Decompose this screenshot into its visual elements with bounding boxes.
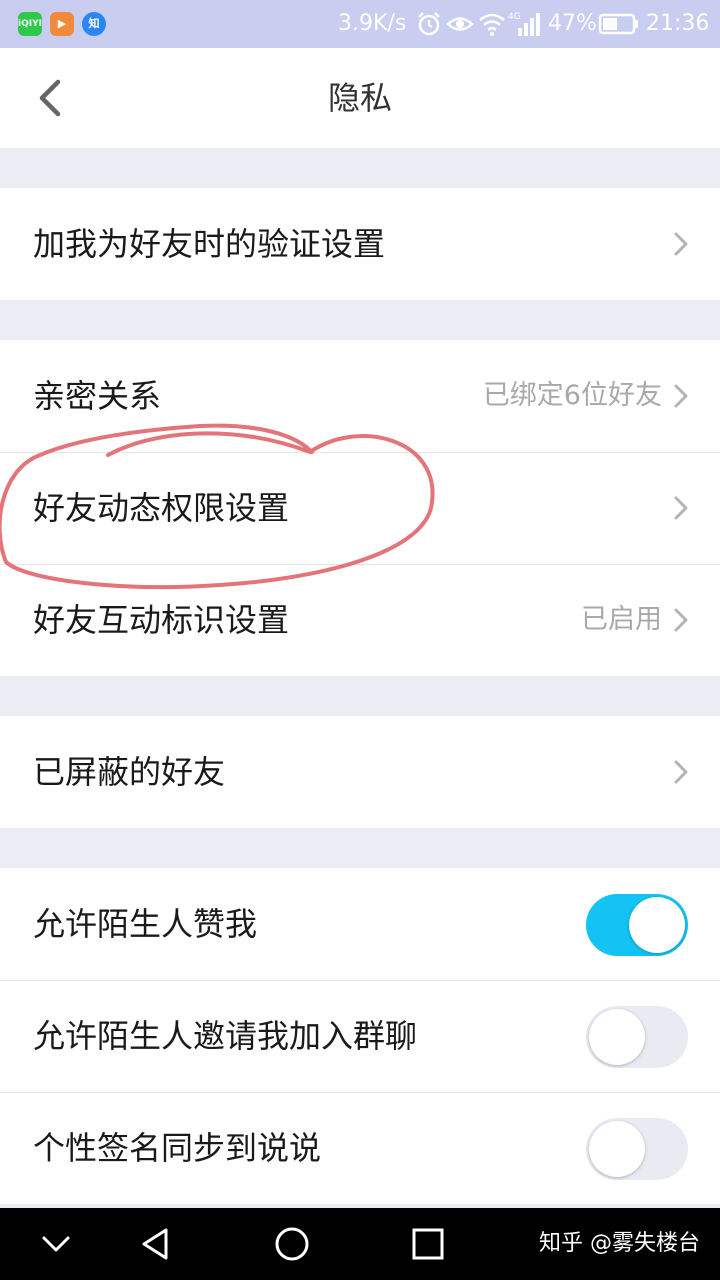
settings-group-blocked: 已屏蔽的好友 bbox=[0, 716, 720, 828]
page-title: 隐私 bbox=[327, 79, 392, 117]
eye-comfort-icon bbox=[446, 17, 474, 31]
toggle-knob bbox=[589, 1121, 645, 1177]
chevron-right-icon bbox=[674, 608, 688, 632]
collapse-icon[interactable] bbox=[36, 1224, 76, 1264]
friend-interaction-badge-row[interactable]: 好友互动标识设置 已启用 bbox=[0, 564, 720, 676]
recents-square-icon[interactable] bbox=[408, 1224, 448, 1264]
watermark: 知乎 @雾失楼台 bbox=[539, 1231, 700, 1256]
allow-stranger-likes-row: 允许陌生人赞我 bbox=[0, 868, 720, 980]
friend-feed-permission-row[interactable]: 好友动态权限设置 bbox=[0, 452, 720, 564]
home-circle-icon[interactable] bbox=[272, 1224, 312, 1264]
friend-verification-row[interactable]: 加我为好友时的验证设置 bbox=[0, 188, 720, 300]
network-speed: 3.9K/s bbox=[338, 11, 407, 36]
alarm-icon bbox=[418, 12, 440, 36]
clock: 21:36 bbox=[646, 11, 710, 36]
row-label: 个性签名同步到说说 bbox=[33, 1129, 322, 1167]
intimate-relationship-row[interactable]: 亲密关系 已绑定6位好友 bbox=[0, 340, 720, 452]
settings-group-friends: 亲密关系 已绑定6位好友 好友动态权限设置 好友互动标识设置 已启用 bbox=[0, 340, 720, 676]
signature-sync-row: 个性签名同步到说说 bbox=[0, 1092, 720, 1204]
iqiyi-icon: iQIYI bbox=[18, 12, 42, 36]
blocked-friends-row[interactable]: 已屏蔽的好友 bbox=[0, 716, 720, 828]
battery-percent: 47% bbox=[548, 11, 597, 36]
video-play-icon: ▶ bbox=[50, 12, 74, 36]
allow-stranger-group-invite-row: 允许陌生人邀请我加入群聊 bbox=[0, 980, 720, 1092]
row-label: 好友动态权限设置 bbox=[33, 489, 290, 527]
wifi-icon bbox=[479, 13, 505, 36]
settings-group-strangers: 允许陌生人赞我 允许陌生人邀请我加入群聊 个性签名同步到说说 bbox=[0, 868, 720, 1204]
system-nav-bar: 知乎 @雾失楼台 bbox=[0, 1208, 720, 1280]
allow-stranger-likes-toggle[interactable] bbox=[586, 894, 688, 956]
toggle-knob bbox=[589, 1009, 645, 1065]
nav-header: 隐私 bbox=[0, 48, 720, 148]
row-value: 已绑定6位好友 bbox=[482, 380, 662, 411]
row-label: 亲密关系 bbox=[33, 377, 162, 415]
status-bar: iQIYI ▶ 知 3.9K/s 4G 47% 21:36 bbox=[0, 0, 720, 48]
allow-stranger-group-invite-toggle[interactable] bbox=[586, 1006, 688, 1068]
zhihu-icon: 知 bbox=[82, 12, 106, 36]
signature-sync-toggle[interactable] bbox=[586, 1118, 688, 1180]
chevron-right-icon bbox=[674, 232, 688, 256]
signal-icon: 4G bbox=[508, 12, 540, 36]
row-label: 好友互动标识设置 bbox=[33, 601, 290, 639]
row-value: 已启用 bbox=[581, 604, 662, 635]
battery-icon bbox=[598, 13, 638, 35]
toggle-knob bbox=[629, 897, 685, 953]
chevron-right-icon bbox=[674, 384, 688, 408]
row-label: 允许陌生人赞我 bbox=[33, 905, 258, 943]
chevron-right-icon bbox=[674, 496, 688, 520]
back-triangle-icon[interactable] bbox=[136, 1224, 176, 1264]
settings-group-verification: 加我为好友时的验证设置 bbox=[0, 188, 720, 300]
svg-text:4G: 4G bbox=[508, 12, 521, 22]
chevron-right-icon bbox=[674, 760, 688, 784]
row-label: 已屏蔽的好友 bbox=[33, 753, 226, 791]
row-label: 加我为好友时的验证设置 bbox=[33, 225, 386, 263]
row-label: 允许陌生人邀请我加入群聊 bbox=[33, 1017, 418, 1055]
